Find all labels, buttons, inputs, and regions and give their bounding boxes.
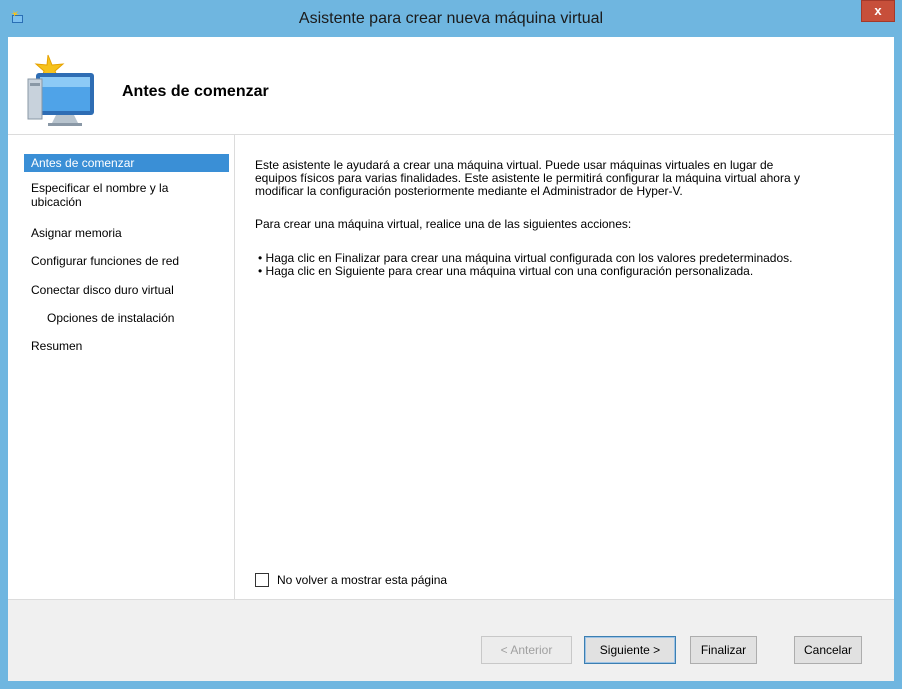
step-installation-options[interactable]: Opciones de instalación — [40, 309, 230, 327]
intro-line-3: modificar la configuración posteriorment… — [255, 184, 683, 198]
instruction-text: Para crear una máquina virtual, realice … — [255, 217, 632, 231]
step-before-you-begin[interactable]: Antes de comenzar — [24, 154, 229, 172]
wizard-client-area: Antes de comenzar Antes de comenzar Espe… — [8, 37, 894, 681]
cancel-button[interactable]: Cancelar — [794, 636, 862, 664]
step-configure-networking[interactable]: Configurar funciones de red — [24, 252, 229, 270]
step-specify-name-location[interactable]: Especificar el nombre y la ubicación — [24, 179, 229, 211]
title-bar[interactable]: Asistente para crear nueva máquina virtu… — [0, 0, 902, 37]
step-summary[interactable]: Resumen — [24, 337, 229, 355]
dont-show-again-label[interactable]: No volver a mostrar esta página — [277, 573, 447, 588]
window-title: Asistente para crear nueva máquina virtu… — [298, 10, 604, 27]
step-assign-memory[interactable]: Asignar memoria — [24, 224, 229, 242]
step-connect-virtual-disk[interactable]: Conectar disco duro virtual — [24, 281, 229, 299]
step-list: Antes de comenzar Especificar el nombre … — [8, 135, 234, 599]
previous-button[interactable]: < Anterior — [481, 636, 572, 664]
finish-button[interactable]: Finalizar — [690, 636, 757, 664]
page-title: Antes de comenzar — [122, 83, 269, 100]
bullet-next: • Haga clic en Siguiente para crear una … — [258, 264, 754, 278]
wizard-header: Antes de comenzar — [8, 37, 894, 135]
close-button[interactable]: x — [861, 0, 895, 22]
wizard-window: Asistente para crear nueva máquina virtu… — [0, 0, 902, 689]
next-button[interactable]: Siguiente > — [584, 636, 676, 664]
wizard-content: Este asistente le ayudará a crear una má… — [235, 135, 894, 599]
wizard-footer: < Anterior Siguiente > Finalizar Cancela… — [8, 599, 894, 681]
new-virtual-machine-icon — [27, 54, 94, 126]
dont-show-again-checkbox[interactable] — [255, 573, 269, 587]
